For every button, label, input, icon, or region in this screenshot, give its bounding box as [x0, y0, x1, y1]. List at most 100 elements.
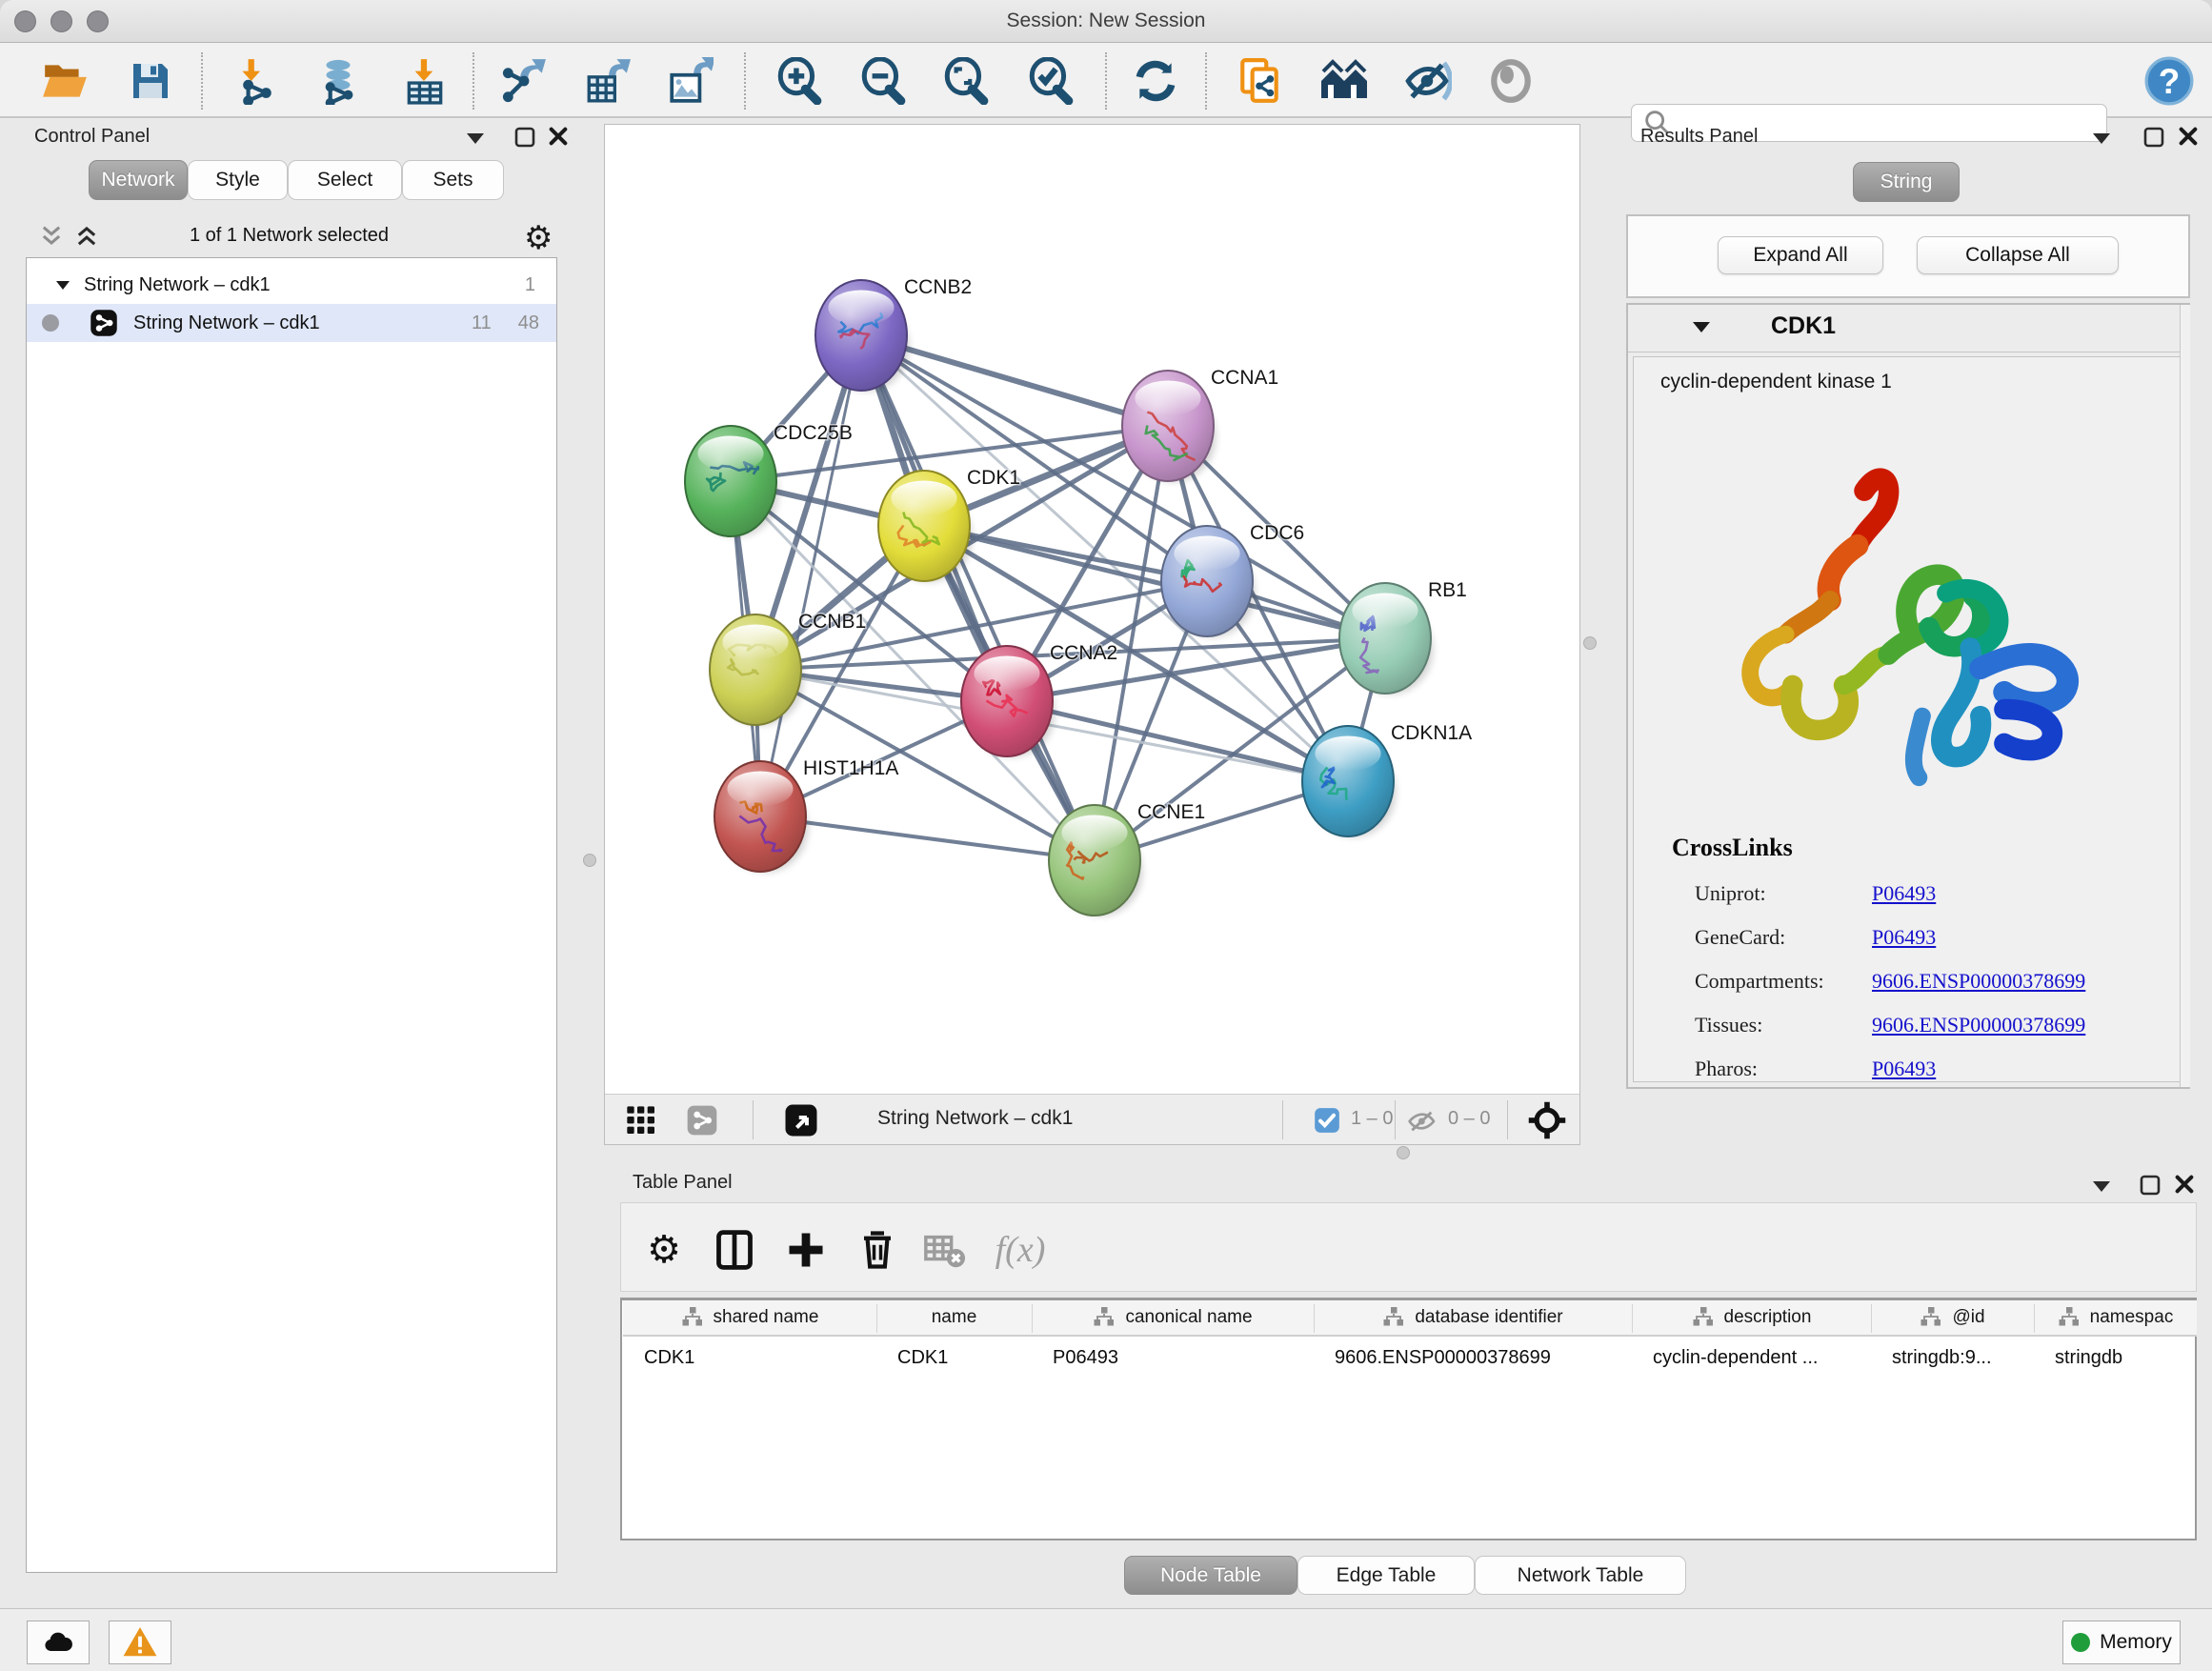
main-toolbar: ? — [0, 43, 2212, 118]
export-network-icon[interactable] — [498, 55, 550, 107]
import-network-database-icon[interactable] — [312, 55, 364, 107]
close-panel-icon[interactable] — [2174, 1174, 2195, 1195]
network-canvas[interactable]: CCNB2CCNA1CDC25BCDK1CDC6RB1CCNB1CCNA2CDK… — [605, 125, 1579, 1093]
memory-status-dot — [2071, 1633, 2090, 1652]
table-options-gear-icon[interactable]: ⚙ — [638, 1224, 690, 1276]
column-header-shared-name[interactable]: shared name — [623, 1300, 876, 1337]
help-icon[interactable]: ? — [2143, 55, 2195, 107]
float-panel-icon[interactable] — [2091, 1179, 2112, 1193]
apply-function-icon[interactable]: f(x) — [995, 1224, 1046, 1276]
table-cell[interactable]: CDK1 — [644, 1339, 873, 1377]
grid-view-icon[interactable] — [626, 1105, 656, 1136]
left-splitter-handle[interactable] — [583, 854, 596, 867]
maximize-panel-icon[interactable] — [2142, 126, 2165, 149]
right-splitter-handle[interactable] — [1583, 636, 1597, 650]
column-divider[interactable] — [876, 1304, 877, 1333]
delete-table-icon[interactable] — [918, 1224, 970, 1276]
crosslink-link[interactable]: 9606.ENSP00000378699 — [1872, 969, 2085, 994]
import-network-file-icon[interactable] — [232, 55, 284, 107]
collapse-collection-icon[interactable] — [55, 280, 70, 291]
open-session-icon[interactable] — [39, 55, 90, 107]
tab-edge-table[interactable]: Edge Table — [1297, 1556, 1475, 1595]
export-table-icon[interactable] — [581, 55, 633, 107]
cdk1-section-header[interactable]: CDK1 — [1628, 305, 2188, 352]
column-header-database-identifier[interactable]: database identifier — [1314, 1300, 1632, 1337]
network-node-CDC6[interactable] — [1161, 526, 1253, 636]
float-panel-icon[interactable] — [2091, 131, 2112, 145]
tab-node-table[interactable]: Node Table — [1124, 1556, 1297, 1595]
network-node-CCNB2[interactable] — [815, 280, 907, 391]
network-node-CCNE1[interactable] — [1049, 805, 1140, 916]
network-node-CCNB1[interactable] — [710, 614, 801, 725]
expand-all-button[interactable]: Expand All — [1718, 236, 1883, 274]
hidden-eye-icon[interactable] — [1407, 1106, 1438, 1137]
column-header-canonical-name[interactable]: canonical name — [1032, 1300, 1314, 1337]
zoom-selected-icon[interactable] — [1024, 55, 1076, 107]
zoom-in-icon[interactable] — [773, 55, 824, 107]
column-header--id[interactable]: @id — [1871, 1300, 2034, 1337]
zoom-out-icon[interactable] — [856, 55, 908, 107]
import-table-file-icon[interactable] — [399, 55, 451, 107]
tab-select[interactable]: Select — [288, 160, 402, 200]
create-column-icon[interactable] — [780, 1224, 832, 1276]
warning-button[interactable] — [109, 1621, 171, 1664]
column-header-namespac[interactable]: namespac — [2034, 1300, 2197, 1337]
tab-network-table[interactable]: Network Table — [1475, 1556, 1686, 1595]
float-panel-icon[interactable] — [465, 131, 486, 145]
table-cell[interactable]: cyclin-dependent ... — [1653, 1339, 1867, 1377]
column-divider[interactable] — [1632, 1304, 1633, 1333]
crosslink-link[interactable]: 9606.ENSP00000378699 — [1872, 1013, 2085, 1037]
tab-network[interactable]: Network — [89, 160, 188, 200]
network-node-CCNA2[interactable] — [961, 646, 1053, 756]
maximize-panel-icon[interactable] — [2139, 1174, 2162, 1197]
memory-button[interactable]: Memory — [2062, 1621, 2181, 1664]
export-image-icon[interactable] — [664, 55, 715, 107]
network-node-RB1[interactable] — [1339, 583, 1431, 694]
network-node-CDKN1A[interactable] — [1302, 726, 1394, 836]
network-row[interactable]: String Network – cdk1 11 48 — [27, 304, 556, 342]
column-header-name[interactable]: name — [876, 1300, 1032, 1337]
close-panel-icon[interactable] — [548, 126, 569, 147]
column-divider[interactable] — [1032, 1304, 1033, 1333]
close-panel-icon[interactable] — [2178, 126, 2199, 147]
network-node-CDC25B[interactable] — [685, 426, 776, 536]
show-hidden-icon[interactable] — [1485, 55, 1537, 107]
hide-selected-icon[interactable] — [1402, 55, 1454, 107]
column-header-description[interactable]: description — [1632, 1300, 1871, 1337]
open-in-new-window-icon[interactable] — [784, 1103, 818, 1137]
network-node-HIST1H1A[interactable] — [714, 761, 806, 872]
column-divider[interactable] — [1314, 1304, 1315, 1333]
tab-style[interactable]: Style — [188, 160, 288, 200]
maximize-panel-icon[interactable] — [513, 126, 536, 149]
table-cell[interactable]: stringdb — [2055, 1339, 2193, 1377]
table-cell[interactable]: P06493 — [1053, 1339, 1310, 1377]
table-cell[interactable]: stringdb:9... — [1892, 1339, 2030, 1377]
column-divider[interactable] — [2034, 1304, 2035, 1333]
zoom-fit-icon[interactable] — [939, 55, 991, 107]
table-cell[interactable]: CDK1 — [897, 1339, 1028, 1377]
show-columns-icon[interactable] — [709, 1224, 760, 1276]
network-collection-row[interactable]: String Network – cdk1 1 — [27, 266, 556, 304]
tab-sets[interactable]: Sets — [402, 160, 504, 200]
new-network-from-selection-icon[interactable] — [1235, 55, 1286, 107]
save-session-icon[interactable] — [125, 55, 176, 107]
network-share-view-icon[interactable] — [687, 1105, 717, 1136]
network-node-CCNA1[interactable] — [1122, 371, 1214, 481]
column-divider[interactable] — [1871, 1304, 1872, 1333]
tab-string-results[interactable]: String — [1853, 162, 1960, 202]
show-all-nodes-edges-icon[interactable] — [1318, 55, 1370, 107]
crosslink-link[interactable]: P06493 — [1872, 881, 1936, 906]
crosslink-link[interactable]: P06493 — [1872, 925, 1936, 950]
collapse-section-icon[interactable] — [1691, 320, 1712, 333]
redraw-layout-icon[interactable] — [1130, 55, 1181, 107]
selected-nodes-checkbox-icon[interactable] — [1314, 1107, 1340, 1134]
network-node-CDK1[interactable] — [878, 471, 970, 581]
table-cell[interactable]: 9606.ENSP00000378699 — [1335, 1339, 1628, 1377]
crosslink-link[interactable]: P06493 — [1872, 1057, 1936, 1081]
network-options-gear-icon[interactable]: ⚙ — [524, 219, 553, 257]
delete-column-icon[interactable] — [852, 1224, 903, 1276]
collapse-all-button[interactable]: Collapse All — [1917, 236, 2119, 274]
results-scrollbar[interactable] — [2180, 305, 2190, 1087]
cloud-button[interactable] — [27, 1621, 90, 1664]
birds-eye-view-icon[interactable] — [1527, 1100, 1567, 1140]
